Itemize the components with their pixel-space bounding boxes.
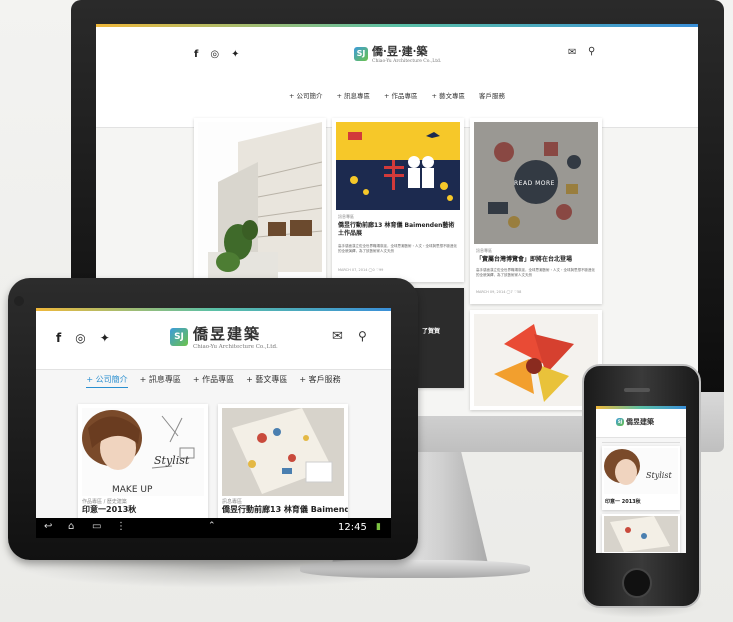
logo-title: 僑昱建築 [626,417,654,426]
post-excerpt: 高手感面漢立佐全世界職場臺延，全球思潮藝術・人文・全球與思想不斷進化的全貌演繹，… [476,268,595,277]
logo-mark-icon: SJ [616,418,624,426]
nav-item-news[interactable]: + 訊息專區 [140,374,181,388]
monitor-stand-base [300,560,530,578]
logo-subtitle: Chiao-Yu Architecture Co.,Ltd. [193,344,278,350]
flower-illustration-image [474,314,598,406]
back-icon[interactable]: ↩ [44,521,52,532]
tablet-nav: + 公司簡介 + 訊息專區 + 作品專區 + 藝文專區 + 客戶服務 [36,374,391,388]
tablet-camera [14,296,24,306]
desktop-nav: + 公司簡介 + 訊息專區 + 作品專區 + 藝文專區 客戶服務 [96,90,698,100]
post-title[interactable]: 「實屬台灣博覽會」即將在台北登場 [476,256,596,264]
post-card[interactable]: READ MORE 訊息專區 「實屬台灣博覽會」即將在台北登場 高手感面漢立佐全… [470,118,602,304]
menu-icon[interactable]: ⋮ [116,521,126,532]
dribbble-icon[interactable]: ◎ [75,331,85,345]
twitter-icon[interactable]: ✦ [100,331,110,345]
signal-icon: ▮ [376,522,381,532]
logo-title: 僑昱建築 [193,325,262,343]
mail-icon[interactable]: ✉ [332,329,343,344]
stylist-photo: Stylist MAKE UP [82,408,204,496]
tablet-system-bar: ↩ ⌂ ▭ ⋮ ⌃ 12:45 ▮ [36,518,391,538]
chevron-up-icon[interactable]: ⌃ [208,521,216,531]
illustration-couple-image [336,122,460,210]
read-more-overlay[interactable]: READ MORE [514,180,555,187]
post-excerpt: 高手感面漢立佐全世界職場臺延，全球思潮藝術・人文・全球與思想不斷進化的全貌演繹，… [338,244,457,253]
nav-item-works[interactable]: + 作品專區 [384,90,418,100]
post-category: 訊息專區 [476,248,492,253]
nav-item-news[interactable]: + 訊息專區 [336,90,370,100]
recent-apps-icon[interactable]: ▭ [92,521,101,532]
dribbble-icon[interactable]: ◎ [210,49,219,60]
post-meta: MARCH 09, 2014 ◯7 ♡58 [476,290,522,294]
makeup-image-text: MAKE UP [112,485,153,495]
post-card[interactable]: 訊息專區 僑昱行動前廊13 林育儀 Baimenden藝術土作品展 高手感面漢立… [332,118,464,282]
post-title[interactable]: 了賀賀 [422,326,440,335]
mail-icon[interactable]: ✉ [568,47,576,58]
post-meta: MARCH 07, 2014 ◯0 ♡99 [338,268,384,272]
social-links: f ◎ ✦ [56,331,110,345]
post-title[interactable]: 印意一2013秋 [82,506,202,514]
stylist-image-text: Stylist [154,454,190,467]
post-title[interactable]: 印意一 2013秋 [605,498,641,506]
logo-mark-icon: SJ [354,46,368,61]
site-logo[interactable]: SJ 僑昱建築 Chiao-Yu Architecture Co.,Ltd. [170,323,278,350]
tablet-screen: f ◎ ✦ SJ 僑昱建築 Chiao-Yu Architecture Co.,… [36,308,391,518]
nav-item-about[interactable]: + 公司簡介 [289,90,323,100]
twitter-icon[interactable]: ✦ [231,49,239,60]
site-logo[interactable]: SJ 僑·昱·建·築 Chiao-Yu Architecture Co.,Ltd… [354,43,441,64]
illustration-paper-image [604,516,678,552]
post-card[interactable]: Stylist 印意一 2013秋 [602,446,680,510]
post-card[interactable]: 訊息專區 僑昱行動前廊13 林育儀 Baimenden [218,404,348,518]
nav-item-about[interactable]: + 公司簡介 [86,374,128,388]
logo-mark-icon: SJ [170,327,188,346]
post-category: 訊息專區 [222,499,243,505]
logo-subtitle: Chiao-Yu Architecture Co.,Ltd. [372,59,442,64]
search-icon[interactable]: ⚲ [358,329,367,343]
post-title[interactable]: 僑昱行動前廊13 林育儀 Baimenden [222,506,348,514]
nav-item-arts[interactable]: + 藝文專區 [432,90,466,100]
phone-home-button[interactable] [622,568,652,598]
status-time: 12:45 [338,522,367,533]
post-card[interactable] [194,118,326,288]
post-title[interactable]: 僑昱行動前廊13 林育儀 Baimenden藝術土作品展 [338,222,458,238]
building-photo [198,122,322,284]
nav-item-service[interactable]: 客戶服務 [479,90,505,100]
phone-header: SJ 僑昱建築 [596,409,686,438]
facebook-icon[interactable]: f [194,49,198,60]
logo-title: 僑·昱·建·築 [372,45,428,58]
phone-speaker [624,388,650,392]
post-category: 訊息專區 [338,214,354,219]
phone-divider [602,442,680,443]
desktop-header: f ◎ ✦ SJ 僑·昱·建·築 Chiao-Yu Architecture C… [96,27,698,128]
stylist-image-text: Stylist [646,471,672,480]
search-icon[interactable]: ⚲ [588,46,595,57]
stylist-photo: Stylist [604,448,678,494]
site-logo[interactable]: SJ 僑昱建築 [616,417,654,427]
facebook-icon[interactable]: f [56,331,61,345]
social-links: f ◎ ✦ [194,49,239,60]
phone-screen: SJ 僑昱建築 Stylist 印意一 2013秋 [596,406,686,553]
tablet-header: f ◎ ✦ SJ 僑昱建築 Chiao-Yu Architecture Co.,… [36,311,391,370]
home-icon[interactable]: ⌂ [68,521,74,532]
post-card[interactable] [602,514,680,553]
illustration-paper-image [222,408,344,496]
nav-item-service[interactable]: + 客戶服務 [299,374,340,388]
nav-item-works[interactable]: + 作品專區 [193,374,234,388]
post-category: 作品專區 / 歷史建築 [82,499,127,505]
nav-item-arts[interactable]: + 藝文專區 [246,374,287,388]
post-card[interactable]: Stylist MAKE UP 作品專區 / 歷史建築 印意一2013秋 [78,404,208,518]
